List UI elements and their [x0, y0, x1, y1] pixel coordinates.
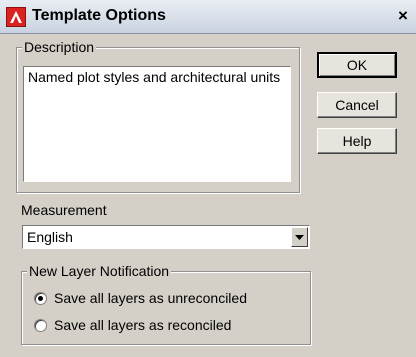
title-bar[interactable]: Template Options ×	[0, 0, 416, 34]
template-options-dialog: Template Options × Description Named plo…	[0, 0, 416, 357]
radio-button-unselected[interactable]	[34, 318, 47, 332]
radio-button-selected[interactable]	[34, 291, 47, 305]
autocad-icon	[6, 7, 26, 27]
dropdown-arrow-button[interactable]	[291, 227, 308, 247]
close-icon[interactable]: ×	[398, 6, 408, 26]
description-group: Description Named plot styles and archit…	[16, 39, 300, 193]
measurement-dropdown[interactable]: English	[22, 225, 310, 249]
cancel-button[interactable]: Cancel	[317, 92, 397, 118]
radio-unreconciled[interactable]: Save all layers as unreconciled	[34, 289, 247, 307]
measurement-label: Measurement	[21, 202, 107, 218]
measurement-value: English	[27, 229, 73, 245]
window-title: Template Options	[32, 7, 166, 24]
radio-reconciled[interactable]: Save all layers as reconciled	[34, 316, 231, 334]
radio-unreconciled-label: Save all layers as unreconciled	[54, 290, 247, 306]
ok-button[interactable]: OK	[317, 52, 397, 78]
new-layer-notification-group: New Layer Notification Save all layers a…	[21, 263, 311, 345]
chevron-down-icon	[295, 235, 304, 240]
description-label: Description	[22, 39, 97, 55]
help-button[interactable]: Help	[317, 128, 397, 154]
radio-reconciled-label: Save all layers as reconciled	[54, 317, 232, 333]
description-textbox[interactable]: Named plot styles and architectural unit…	[23, 66, 291, 182]
new-layer-notification-label: New Layer Notification	[27, 263, 172, 279]
